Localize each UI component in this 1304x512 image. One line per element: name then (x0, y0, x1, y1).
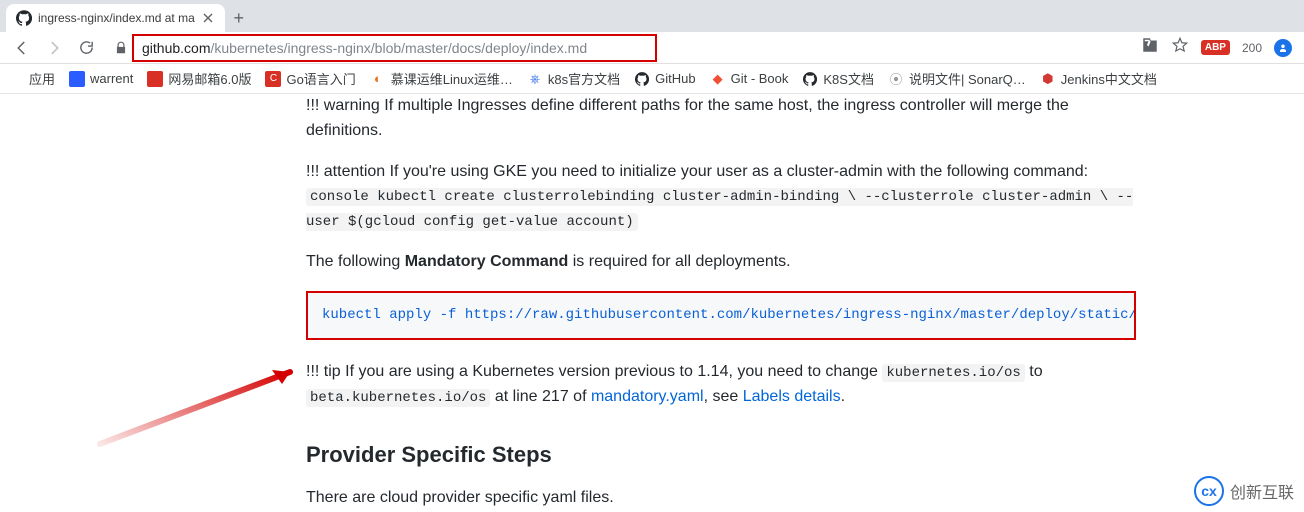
close-icon[interactable] (201, 11, 215, 25)
github-icon (634, 71, 650, 87)
bookmark-github[interactable]: GitHub (634, 71, 695, 87)
bookmark-label: 网易邮箱6.0版 (168, 69, 251, 88)
text-bold: Mandatory Command (405, 253, 569, 270)
heading-provider-steps: Provider Specific Steps (306, 438, 1136, 472)
github-icon (16, 10, 32, 26)
bookmark-label: Git - Book (731, 71, 789, 86)
bookmark-icon (69, 71, 85, 87)
lock-icon[interactable] (114, 41, 128, 55)
translate-icon[interactable] (1141, 36, 1159, 59)
tip-paragraph: !!! tip If you are using a Kubernetes ve… (306, 360, 1136, 410)
address-bar[interactable]: github.com/kubernetes/ingress-nginx/blob… (132, 34, 657, 62)
bookmark-icon: ◐ (370, 71, 386, 87)
bookmark-linux[interactable]: ◐ 慕课运维Linux运维… (370, 69, 513, 88)
sonar-icon: ⦿ (888, 71, 904, 87)
url-host: github.com (142, 40, 210, 56)
text-fragment: !!! tip If you are using a Kubernetes ve… (306, 363, 882, 380)
text-fragment: , see (704, 388, 743, 405)
text-fragment: . (841, 388, 845, 405)
bookmark-go[interactable]: C Go语言入门 (265, 69, 355, 88)
new-tab-button[interactable]: + (225, 4, 253, 32)
forward-button[interactable] (40, 34, 68, 62)
bookmark-label: Jenkins中文文档 (1061, 69, 1157, 88)
github-icon (802, 71, 818, 87)
text-fragment: The following (306, 253, 405, 270)
abp-badge[interactable]: ABP (1201, 40, 1230, 55)
link-mandatory-yaml[interactable]: mandatory.yaml (591, 388, 704, 405)
apps-label: 应用 (29, 69, 55, 88)
browser-toolbar: github.com/kubernetes/ingress-nginx/blob… (0, 32, 1304, 64)
apps-button[interactable]: 应用 (8, 69, 55, 88)
toolbar-right: ABP 200 (1141, 36, 1296, 59)
code-inline: console kubectl create clusterrolebindin… (306, 188, 1133, 231)
annotation-arrow (90, 344, 320, 454)
bookmark-label: GitHub (655, 71, 695, 86)
bookmark-warrent[interactable]: warrent (69, 71, 133, 87)
warning-paragraph: !!! warning If multiple Ingresses define… (306, 94, 1136, 144)
bookmark-icon: C (265, 71, 281, 87)
star-icon[interactable] (1171, 36, 1189, 59)
back-button[interactable] (8, 34, 36, 62)
bookmark-icon (147, 71, 163, 87)
git-icon: ◆ (710, 71, 726, 87)
watermark-text: 创新互联 (1230, 479, 1294, 503)
bookmark-k8sdoc[interactable]: K8S文档 (802, 69, 874, 88)
text-fragment: is required for all deployments. (568, 253, 790, 270)
tab-title: ingress-nginx/index.md at ma (38, 11, 195, 25)
page-viewport: !!! warning If multiple Ingresses define… (0, 94, 1304, 512)
tab-strip: ingress-nginx/index.md at ma + (0, 0, 1304, 32)
browser-tab[interactable]: ingress-nginx/index.md at ma (6, 4, 225, 32)
text-fragment: at line 217 of (490, 388, 591, 405)
profile-avatar[interactable] (1274, 39, 1292, 57)
bookmark-label: 慕课运维Linux运维… (391, 69, 513, 88)
bookmark-label: 说明文件| SonarQ… (909, 69, 1026, 88)
url-path: /kubernetes/ingress-nginx/blob/master/do… (210, 40, 587, 56)
ext-count: 200 (1242, 41, 1262, 55)
bookmark-gitbook[interactable]: ◆ Git - Book (710, 71, 789, 87)
url-text: github.com/kubernetes/ingress-nginx/blob… (142, 40, 587, 56)
code-inline: beta.kubernetes.io/os (306, 389, 490, 407)
text-fragment: !!! attention If you're using GKE you ne… (306, 163, 1088, 180)
code-inline: kubernetes.io/os (882, 364, 1024, 382)
bookmark-label: Go语言入门 (286, 69, 355, 88)
bookmark-jenkins[interactable]: ⬢ Jenkins中文文档 (1040, 69, 1157, 88)
mandatory-command-box[interactable]: kubectl apply -f https://raw.githubuserc… (306, 291, 1136, 341)
kubernetes-icon: ⎈ (527, 71, 543, 87)
bookmark-label: K8S文档 (823, 69, 874, 88)
readme-content: !!! warning If multiple Ingresses define… (306, 94, 1136, 512)
mandatory-intro: The following Mandatory Command is requi… (306, 250, 1136, 275)
watermark: cx 创新互联 (1194, 476, 1294, 506)
watermark-logo-icon: cx (1194, 476, 1224, 506)
reload-button[interactable] (72, 34, 100, 62)
bookmark-k8s[interactable]: ⎈ k8s官方文档 (527, 69, 620, 88)
text-fragment: to (1025, 363, 1043, 380)
bookmark-label: warrent (90, 71, 133, 86)
jenkins-icon: ⬢ (1040, 71, 1056, 87)
attention-paragraph: !!! attention If you're using GKE you ne… (306, 160, 1136, 234)
bookmark-163[interactable]: 网易邮箱6.0版 (147, 69, 251, 88)
link-labels-details[interactable]: Labels details (743, 388, 841, 405)
apps-icon (8, 71, 24, 87)
bookmark-label: k8s官方文档 (548, 69, 620, 88)
bookmark-sonar[interactable]: ⦿ 说明文件| SonarQ… (888, 69, 1026, 88)
provider-paragraph: There are cloud provider specific yaml f… (306, 486, 1136, 511)
bookmarks-bar: 应用 warrent 网易邮箱6.0版 C Go语言入门 ◐ 慕课运维Linux… (0, 64, 1304, 94)
